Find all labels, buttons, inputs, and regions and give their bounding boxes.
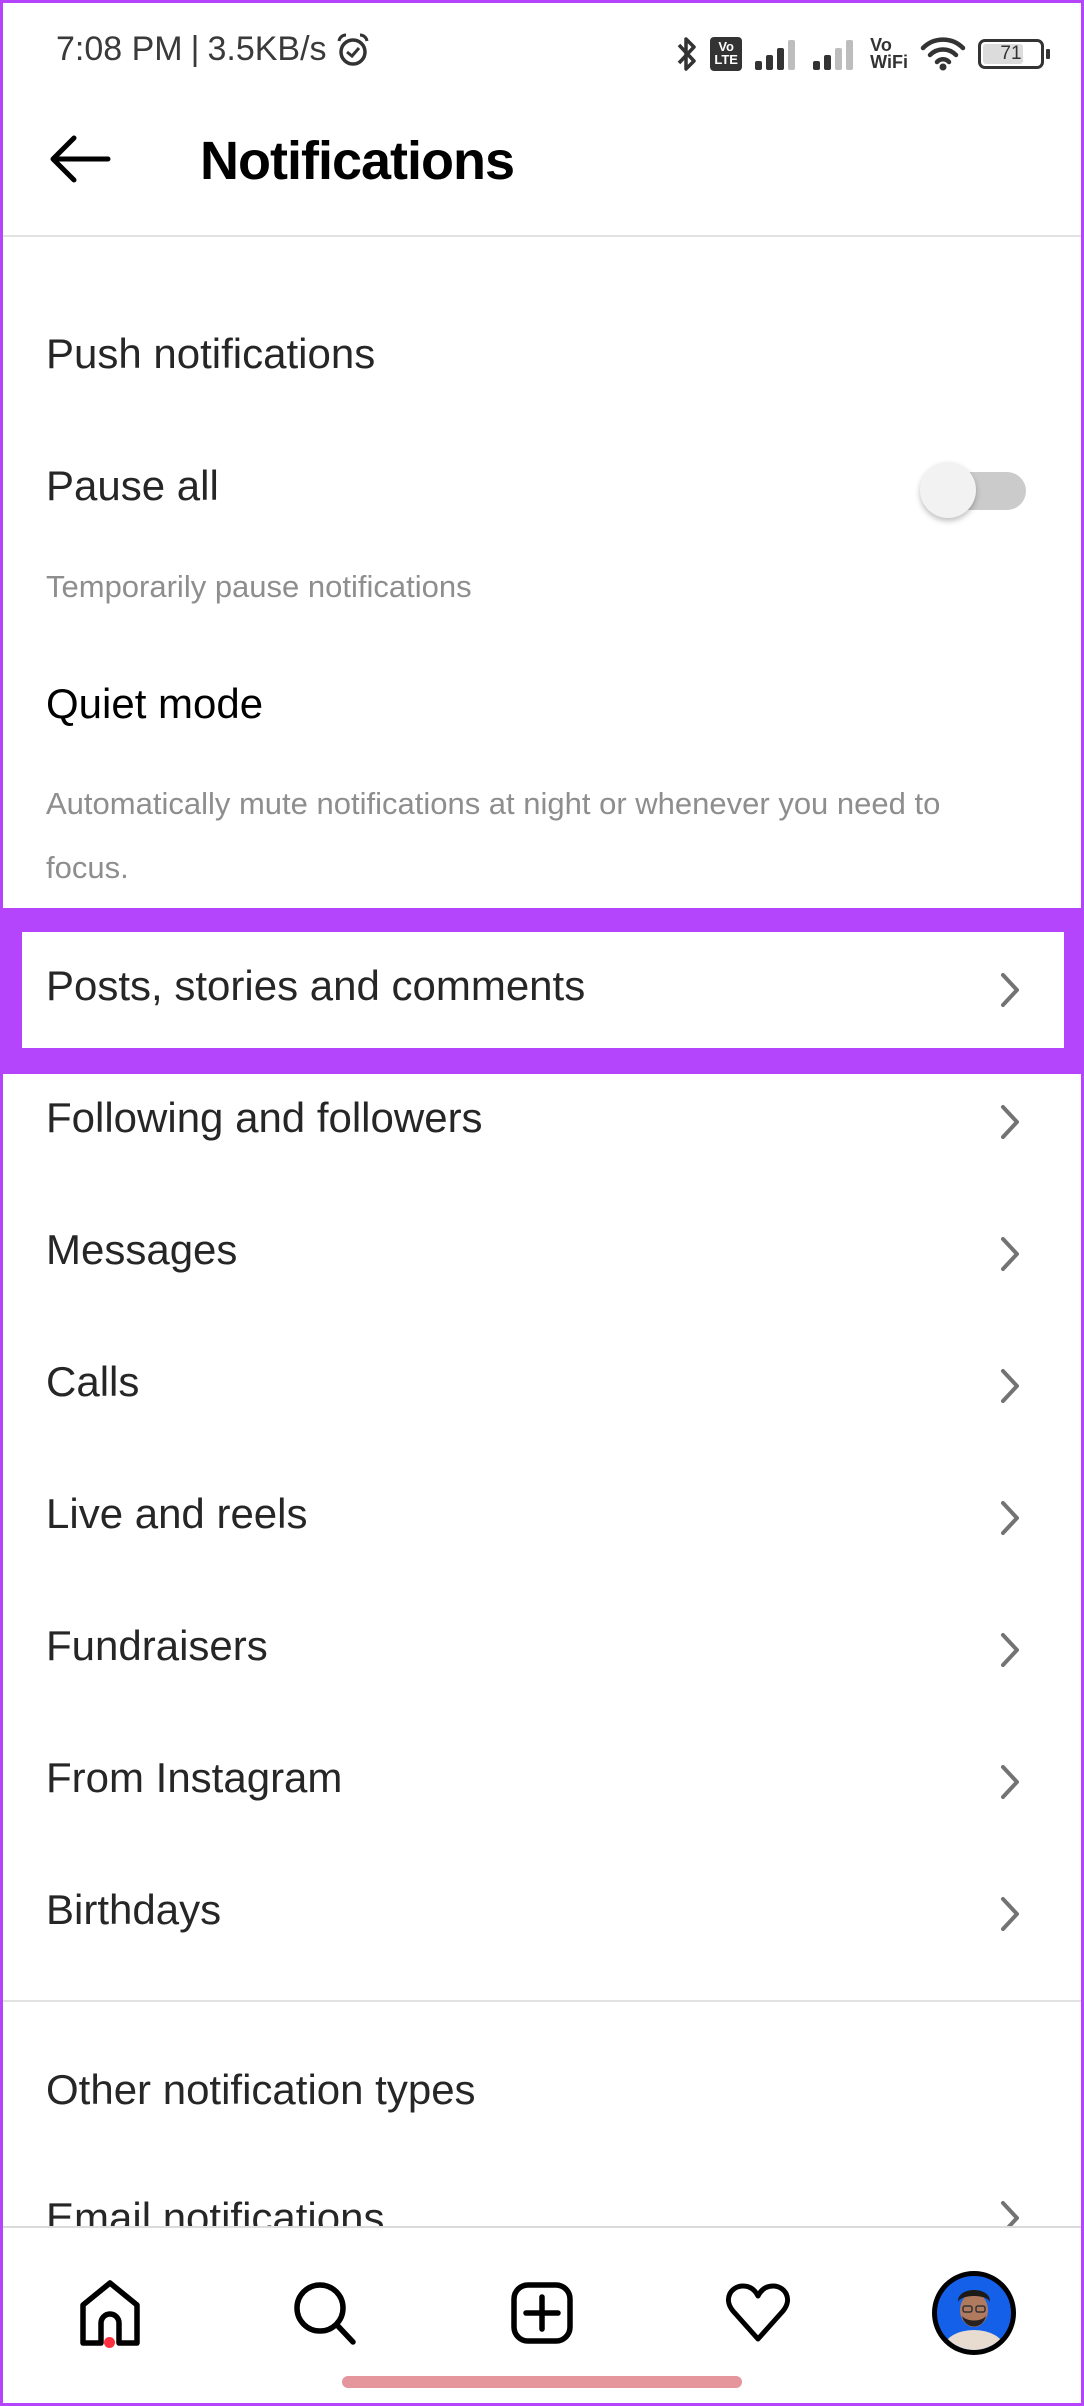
chevron-right-icon: [1001, 973, 1019, 1007]
notification-category-label: Following and followers: [46, 1094, 483, 1141]
status-left: 7:08 PM | 3.5KB/s: [56, 30, 371, 69]
notification-category-label: Messages: [46, 1226, 238, 1273]
status-right: Vo LTE Vo WiFi 71: [676, 30, 1050, 78]
bottom-nav: [0, 2226, 1084, 2406]
profile-avatar: [932, 2271, 1016, 2355]
notification-category-row[interactable]: Posts, stories and comments: [0, 946, 1084, 1042]
alarm-icon: [337, 32, 369, 66]
battery-level: 71: [1000, 43, 1022, 64]
notification-category-label: Live and reels: [46, 1490, 308, 1537]
notification-category-row[interactable]: From Instagram: [0, 1738, 1084, 1834]
pause-all-label: Pause all: [46, 462, 219, 509]
chevron-right-icon: [1001, 1765, 1019, 1799]
pause-all-description: Temporarily pause notifications: [46, 569, 472, 604]
header: Notifications: [0, 100, 1084, 237]
quiet-mode-row[interactable]: Quiet mode: [0, 660, 1084, 750]
notification-category-row[interactable]: Birthdays: [0, 1870, 1084, 1966]
back-button[interactable]: [44, 128, 116, 190]
status-bar: 7:08 PM | 3.5KB/s Vo LTE Vo WiFi 71: [0, 0, 1084, 100]
arrow-left-icon: [50, 135, 111, 183]
chevron-right-icon: [1001, 1633, 1019, 1667]
notification-category-row[interactable]: Live and reels: [0, 1474, 1084, 1570]
chevron-right-icon: [1001, 1237, 1019, 1271]
vowifi-icon: Vo WiFi: [870, 36, 908, 72]
section-title-push: Push notifications: [46, 330, 376, 377]
notification-category-label: Birthdays: [46, 1886, 222, 1933]
nav-activity[interactable]: [713, 2268, 803, 2358]
notification-category-row[interactable]: Following and followers: [0, 1078, 1084, 1174]
notification-category-label: From Instagram: [46, 1754, 343, 1801]
battery-icon: 71: [978, 39, 1050, 69]
volte-text-bottom: LTE: [714, 52, 738, 67]
home-indicator[interactable]: [342, 2376, 742, 2388]
activity-heart-icon: [726, 2283, 790, 2342]
network-speed: 3.5KB/s: [207, 30, 327, 68]
quiet-mode-label: Quiet mode: [46, 680, 264, 727]
avatar-photo: [944, 2290, 1004, 2350]
nav-profile[interactable]: [929, 2268, 1019, 2358]
signal-icon: [755, 40, 796, 70]
wifi-icon: [920, 37, 966, 71]
vowifi-text-bottom: WiFi: [870, 52, 908, 72]
section-divider: [0, 2000, 1084, 2002]
notification-category-label: Fundraisers: [46, 1622, 268, 1669]
bluetooth-icon: [677, 37, 696, 71]
notification-category-row[interactable]: Messages: [0, 1210, 1084, 1306]
notification-category-row[interactable]: Fundraisers: [0, 1606, 1084, 1702]
nav-create[interactable]: [497, 2268, 587, 2358]
pause-all-toggle[interactable]: [920, 462, 1026, 518]
notification-category-label: Posts, stories and comments: [46, 962, 586, 1009]
chevron-right-icon: [1001, 1105, 1019, 1139]
create-post-icon: [511, 2282, 573, 2344]
notification-category-label: Calls: [46, 1358, 140, 1405]
chevron-right-icon: [1001, 1369, 1019, 1403]
notification-category-row[interactable]: Calls: [0, 1342, 1084, 1438]
status-time: 7:08 PM: [56, 30, 183, 68]
home-notification-badge: [104, 2337, 115, 2348]
chevron-right-icon: [1001, 1897, 1019, 1931]
page-title: Notifications: [200, 131, 515, 191]
nav-search[interactable]: [280, 2268, 370, 2358]
toggle-knob: [920, 462, 976, 518]
status-separator: |: [190, 30, 200, 68]
volte-icon: Vo LTE: [710, 37, 743, 71]
section-title-other: Other notification types: [46, 2066, 476, 2113]
quiet-mode-description: Automatically mute notifications at nigh…: [46, 786, 941, 885]
signal-icon: [813, 40, 854, 70]
search-icon: [294, 2282, 356, 2345]
chevron-right-icon: [1001, 1501, 1019, 1535]
